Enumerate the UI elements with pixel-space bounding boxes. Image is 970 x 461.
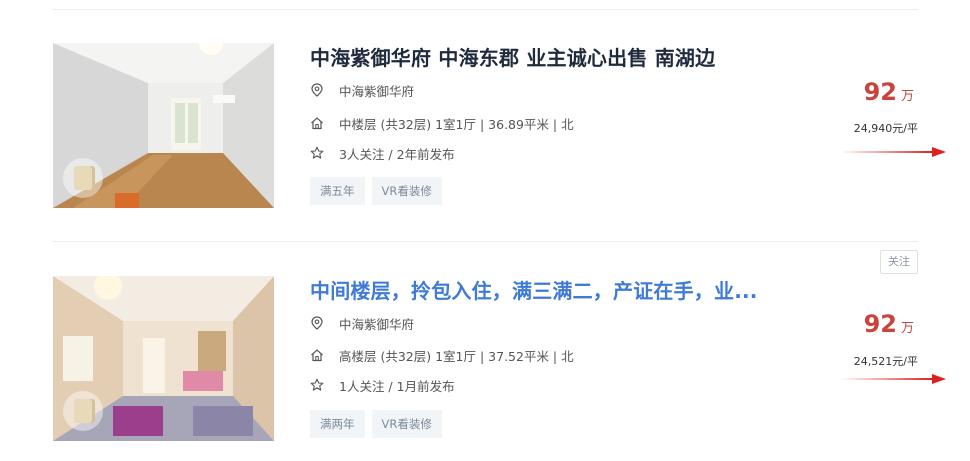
followers-row: 1人关注 / 1月前发布 [310,376,455,394]
location-pin-icon [310,316,324,330]
listing-card-2[interactable]: 关注 中间楼层，拎包入住，满三满二，产证在手，业... 中海紫御华府 高楼层 (… [0,0,970,441]
unit-price: 24,521元/平 [853,355,918,368]
total-price: 92 万 [864,310,914,338]
listing-title[interactable]: 中间楼层，拎包入住，满三满二，产证在手，业... [310,275,758,304]
tag: VR看装修 [371,410,442,438]
community-row: 中海紫御华府 [310,314,414,332]
listing-divider [52,241,918,242]
house-icon [310,348,324,362]
tag-list: 满两年 VR看装修 [310,410,442,438]
community-name[interactable]: 中海紫御华府 [339,314,414,333]
vr-badge-icon[interactable] [63,391,103,431]
follow-button[interactable]: 关注 [880,250,918,274]
star-icon [310,378,324,392]
price-number: 92 [863,310,897,338]
red-arrow-icon [840,374,946,384]
listing-photo[interactable] [53,276,274,441]
price-unit: 万 [900,321,914,336]
house-details: 高楼层 (共32层) 1室1厅 | 37.52平米 | 北 [339,348,574,364]
tag: 满两年 [310,410,365,438]
details-row: 高楼层 (共32层) 1室1厅 | 37.52平米 | 北 [310,346,574,364]
follow-publish-info: 1人关注 / 1月前发布 [339,378,455,394]
